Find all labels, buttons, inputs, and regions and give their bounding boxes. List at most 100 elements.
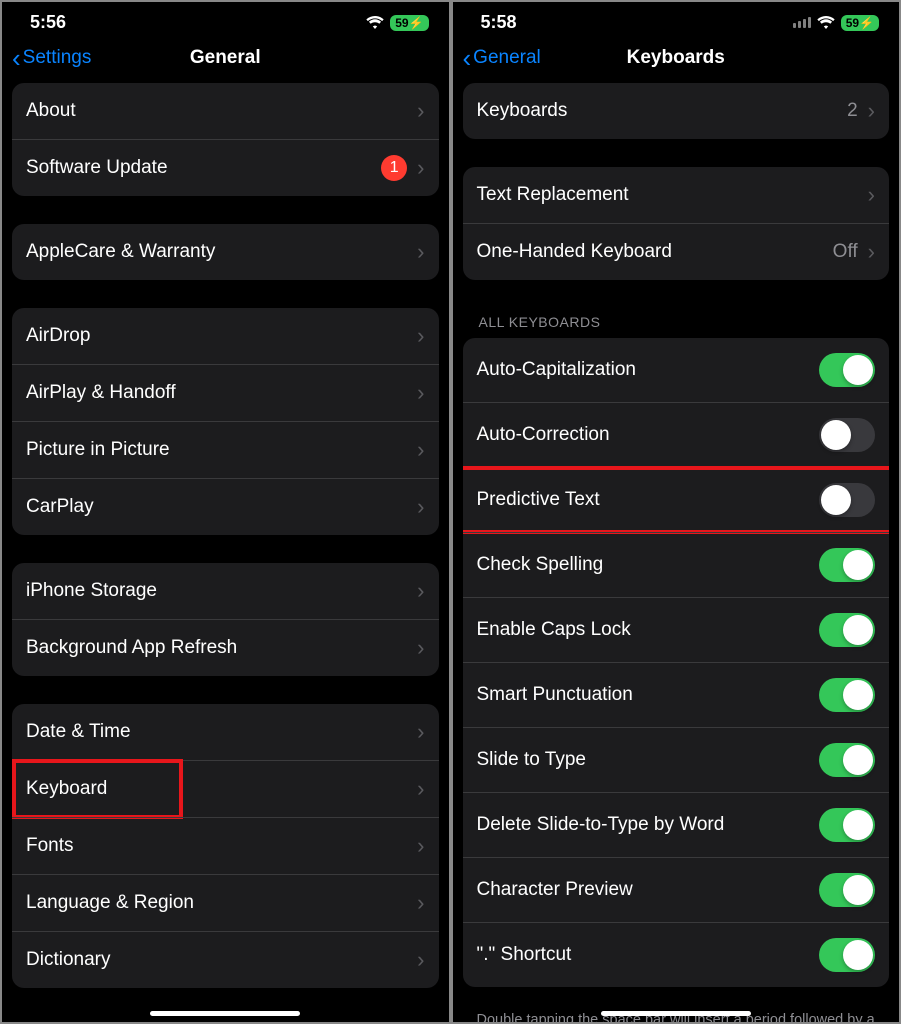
home-indicator[interactable] [150,1011,300,1016]
row-label: Slide to Type [477,749,587,771]
row-label: One-Handed Keyboard [477,241,672,263]
back-label: Settings [23,47,92,69]
cellular-icon [793,17,811,28]
phone-right: 5:58 59⚡ ‹ General Keyboards Keyboards 2 ›… [453,2,900,1022]
content-left: About› Software Update 1 › AppleCare & Warra… [2,83,449,1022]
status-bar: 5:58 59⚡ [453,2,900,37]
toggle-shortcut[interactable] [819,938,875,972]
toggle-auto-capitalization[interactable] [819,353,875,387]
chevron-right-icon: › [417,494,424,520]
content-right: Keyboards2›Text Replacement›One-Handed K… [453,83,900,1022]
chevron-right-icon: › [868,98,875,124]
row-carplay[interactable]: CarPlay › [12,478,439,535]
chevron-right-icon: › [417,635,424,661]
row-date-time[interactable]: Date & Time› [12,704,439,760]
row-airplay-handoff[interactable]: AirPlay & Handoff› [12,364,439,421]
row-label: Keyboard [26,778,107,800]
row-shortcut[interactable]: "." Shortcut [463,922,890,987]
row-value: 2 [847,100,858,122]
row-label: Keyboards [477,100,568,122]
row-one-handed-keyboard[interactable]: One-Handed Keyboard Off › [463,223,890,280]
back-button[interactable]: ‹ General [463,45,605,71]
toggle-delete-slide-to-type-by-word[interactable] [819,808,875,842]
row-auto-correction[interactable]: Auto-Correction [463,402,890,467]
row-smart-punctuation[interactable]: Smart Punctuation [463,662,890,727]
status-right: 59⚡ [793,15,879,31]
row-label: CarPlay [26,496,94,518]
row-language-region[interactable]: Language & Region › [12,874,439,931]
row-text-replacement[interactable]: Text Replacement› [463,167,890,223]
row-about[interactable]: About› [12,83,439,139]
row-label: Software Update [26,157,168,179]
row-picture-in-picture[interactable]: Picture in Picture › [12,421,439,478]
row-character-preview[interactable]: Character Preview [463,857,890,922]
nav-bar: ‹ Settings General [2,37,449,83]
row-keyboards[interactable]: Keyboards 2 › [463,83,890,139]
status-bar: 5:56 59⚡ [2,2,449,37]
row-airdrop[interactable]: AirDrop› [12,308,439,364]
chevron-right-icon: › [417,890,424,916]
row-keyboard[interactable]: Keyboard › [12,760,439,817]
chevron-left-icon: ‹ [12,45,21,71]
chevron-left-icon: ‹ [463,45,472,71]
row-software-update[interactable]: Software Update 1 › [12,139,439,196]
row-label: Character Preview [477,879,633,901]
row-label: Text Replacement [477,184,629,206]
row-dictionary[interactable]: Dictionary › [12,931,439,988]
home-indicator[interactable] [601,1011,751,1016]
row-label: AppleCare & Warranty [26,241,215,263]
row-fonts[interactable]: Fonts › [12,817,439,874]
toggle-check-spelling[interactable] [819,548,875,582]
row-value: Off [833,241,858,263]
row-label: Language & Region [26,892,194,914]
chevron-right-icon: › [868,239,875,265]
status-time: 5:56 [30,12,66,33]
toggle-slide-to-type[interactable] [819,743,875,777]
row-slide-to-type[interactable]: Slide to Type [463,727,890,792]
chevron-right-icon: › [417,578,424,604]
row-applecare-warranty[interactable]: AppleCare & Warranty› [12,224,439,280]
row-label: Picture in Picture [26,439,170,461]
nav-bar: ‹ General Keyboards [453,37,900,83]
chevron-right-icon: › [417,776,424,802]
settings-group: Text Replacement› One-Handed Keyboard Off › [463,167,890,280]
toggle-smart-punctuation[interactable] [819,678,875,712]
chevron-right-icon: › [417,947,424,973]
row-background-app-refresh[interactable]: Background App Refresh › [12,619,439,676]
settings-group: Keyboards 2 › [463,83,890,139]
back-button[interactable]: ‹ Settings [12,45,154,71]
row-check-spelling[interactable]: Check Spelling [463,532,890,597]
chevron-right-icon: › [417,833,424,859]
row-enable-caps-lock[interactable]: Enable Caps Lock [463,597,890,662]
row-predictive-text[interactable]: Predictive Text [463,467,890,532]
chevron-right-icon: › [417,437,424,463]
row-label: Dictionary [26,949,110,971]
row-auto-capitalization[interactable]: Auto-Capitalization [463,338,890,402]
row-delete-slide-to-type-by-word[interactable]: Delete Slide-to-Type by Word [463,792,890,857]
page-title: General [154,47,296,69]
notification-badge: 1 [381,155,407,181]
row-label: Delete Slide-to-Type by Word [477,814,725,836]
chevron-right-icon: › [417,323,424,349]
row-iphone-storage[interactable]: iPhone Storage› [12,563,439,619]
row-label: "." Shortcut [477,944,572,966]
chevron-right-icon: › [417,155,424,181]
section-header: ALL KEYBOARDS [463,308,890,338]
settings-group: About› Software Update 1 › [12,83,439,196]
status-right: 59⚡ [366,15,428,31]
status-time: 5:58 [481,12,517,33]
toggle-predictive-text[interactable] [819,483,875,517]
battery-icon: 59⚡ [841,15,879,31]
row-label: Check Spelling [477,554,604,576]
toggle-enable-caps-lock[interactable] [819,613,875,647]
wifi-icon [817,16,835,29]
toggle-auto-correction[interactable] [819,418,875,452]
row-label: Enable Caps Lock [477,619,631,641]
row-label: Auto-Capitalization [477,359,636,381]
toggle-character-preview[interactable] [819,873,875,907]
settings-group: Auto-Capitalization Auto-CorrectionPredic… [463,338,890,987]
settings-group: AirDrop›AirPlay & Handoff›Picture in Pic… [12,308,439,535]
settings-group: AppleCare & Warranty› [12,224,439,280]
row-label: Fonts [26,835,74,857]
row-label: Background App Refresh [26,637,237,659]
